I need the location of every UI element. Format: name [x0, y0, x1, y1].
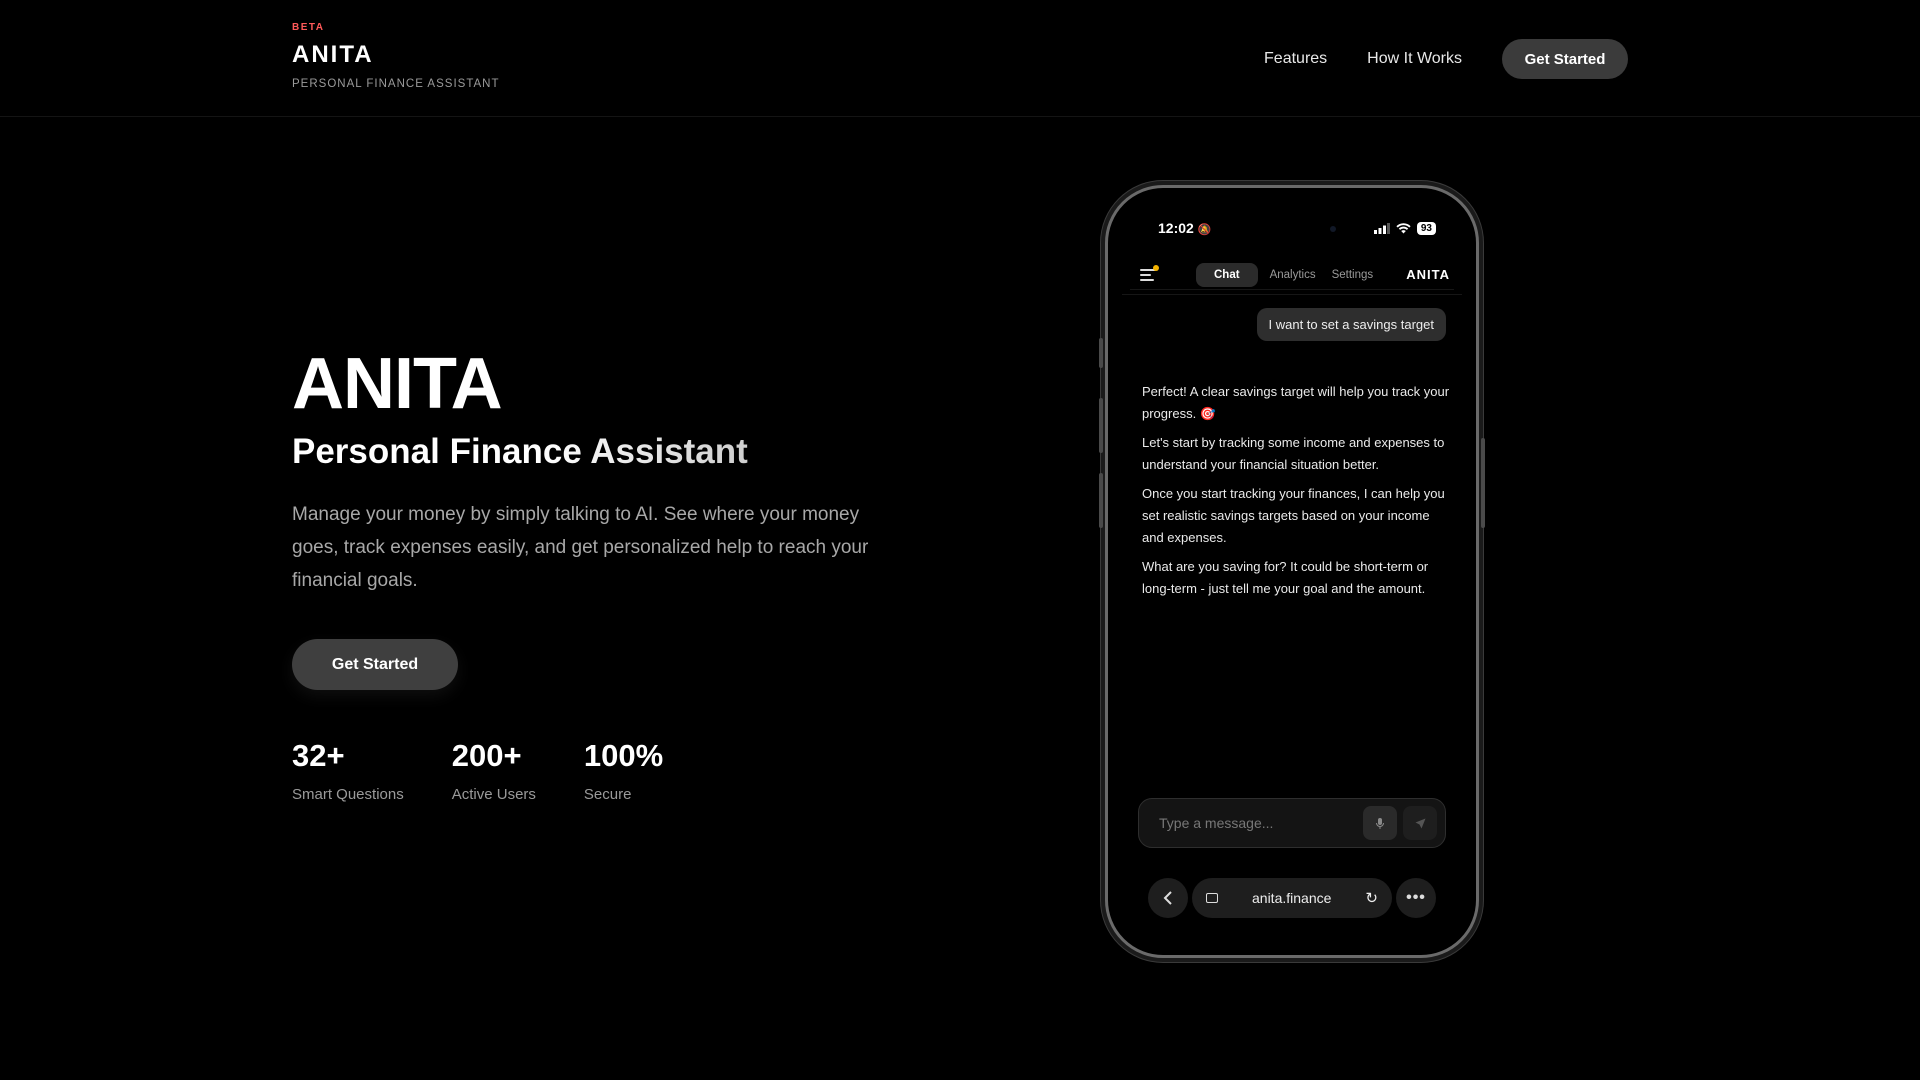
microphone-icon[interactable] [1363, 806, 1397, 840]
brand-name: ANITA [292, 41, 374, 68]
stat-label: Secure [583, 786, 632, 803]
url-text: anita.finance [1252, 890, 1332, 906]
send-icon[interactable] [1403, 806, 1437, 840]
brand-tagline: PERSONAL FINANCE ASSISTANT [292, 78, 500, 90]
assistant-paragraph: What are you saving for? It could be sho… [1142, 559, 1429, 596]
wifi-icon [1396, 222, 1411, 233]
phone-power-button [1481, 438, 1485, 528]
beta-badge: BETA [292, 22, 325, 33]
tab-settings[interactable]: Settings [1332, 269, 1374, 281]
nav-features-link[interactable]: Features [1264, 50, 1327, 68]
divider [1122, 294, 1462, 295]
reload-icon[interactable]: ↻ [1365, 889, 1378, 907]
hero-title: ANITA [292, 344, 503, 424]
camera-dot [1330, 226, 1336, 232]
tab-chat[interactable]: Chat [1196, 262, 1258, 287]
chevron-left-icon [1163, 891, 1172, 905]
hero-section: ANITA Personal Finance Assistant Manage … [292, 340, 912, 803]
phone-action-button [1099, 338, 1103, 368]
stat-label: Smart Questions [292, 786, 404, 803]
stats-row: 32+ Smart Questions 200+ Active Users 10… [292, 738, 912, 803]
app-brand: ANITA [1406, 267, 1450, 282]
app-nav: Chat Analytics Settings ANITA [1130, 260, 1454, 290]
tab-analytics[interactable]: Analytics [1270, 269, 1316, 281]
assistant-paragraph: Perfect! A clear savings target will hel… [1142, 384, 1450, 421]
hero-description: Manage your money by simply talking to A… [292, 504, 869, 591]
signal-icon [1373, 222, 1390, 234]
battery-icon: 93 [1416, 221, 1436, 235]
status-time: 12:02 🔕 [1158, 220, 1212, 236]
address-bar[interactable]: anita.finance ↻ [1192, 878, 1392, 918]
header-get-started-button[interactable]: Get Started [1502, 39, 1628, 79]
status-bar: 12:02 🔕 93 [1158, 218, 1436, 238]
site-header: BETA ANITA PERSONAL FINANCE ASSISTANT Fe… [0, 0, 1920, 117]
assistant-paragraph: Once you start tracking your finances, I… [1142, 486, 1445, 545]
status-icons: 93 [1373, 221, 1436, 235]
stat-value: 32+ [292, 738, 345, 773]
phone-volume-down-button [1099, 473, 1103, 528]
menu-icon[interactable] [1140, 264, 1159, 282]
stat-label: Active Users [451, 786, 536, 803]
stat-item: 100% Secure [584, 738, 663, 803]
stat-value: 100% [583, 738, 664, 773]
browser-toolbar: anita.finance ↻ ••• [1148, 878, 1436, 918]
hero-get-started-button[interactable]: Get Started [292, 639, 458, 690]
stat-value: 200+ [451, 738, 522, 773]
stat-item: 32+ Smart Questions [292, 738, 404, 803]
message-composer [1138, 798, 1446, 848]
message-input[interactable] [1159, 815, 1363, 831]
tabs-icon[interactable] [1206, 893, 1218, 903]
nav-how-it-works-link[interactable]: How It Works [1367, 50, 1462, 68]
main-nav: Features How It Works Get Started [1264, 39, 1628, 79]
user-message-bubble: I want to set a savings target [1256, 308, 1446, 341]
notification-dot [1153, 264, 1159, 271]
brand[interactable]: BETA ANITA PERSONAL FINANCE ASSISTANT [292, 22, 499, 90]
phone-mockup: 12:02 🔕 93 Chat Analytics Settings ANITA… [1099, 185, 1485, 958]
more-options-button[interactable]: ••• [1396, 878, 1436, 918]
back-button[interactable] [1148, 878, 1188, 918]
hero-subtitle: Personal Finance Assistant [292, 430, 912, 474]
ellipsis-icon: ••• [1406, 889, 1426, 906]
bell-slash-icon: 🔕 [1197, 224, 1212, 236]
assistant-message: Perfect! A clear savings target will hel… [1142, 381, 1452, 607]
stat-item: 200+ Active Users [452, 738, 536, 803]
phone-volume-up-button [1099, 398, 1103, 453]
assistant-paragraph: Let's start by tracking some income and … [1142, 435, 1445, 472]
